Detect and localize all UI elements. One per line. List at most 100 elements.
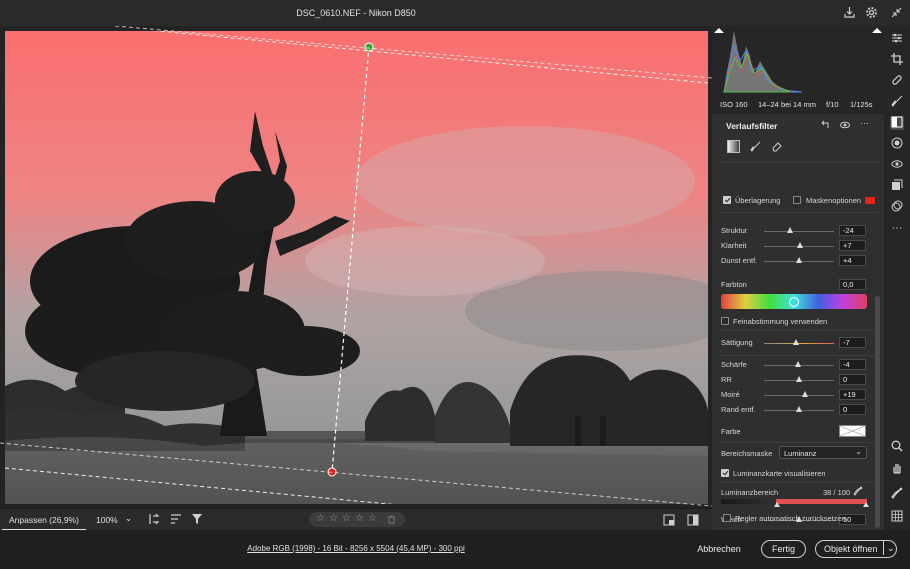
- camera-shutter: 1/125s: [850, 100, 873, 109]
- eyedropper-icon[interactable]: [890, 487, 904, 501]
- presets-icon[interactable]: [890, 200, 904, 214]
- luminance-range-bar[interactable]: [721, 499, 869, 507]
- panel-title: Verlaufsfilter: [726, 121, 778, 131]
- range-mask-select[interactable]: Luminanz ⌄: [779, 446, 867, 459]
- split-view-icon[interactable]: [687, 514, 699, 528]
- save-icon[interactable]: [843, 6, 856, 19]
- chevron-down-icon[interactable]: ⌄: [883, 541, 895, 555]
- color-label: Farbe: [721, 427, 741, 436]
- slider-thumb[interactable]: [795, 361, 801, 367]
- star-icon[interactable]: ☆: [329, 513, 338, 524]
- collapse-icon[interactable]: [890, 6, 903, 19]
- star-icon[interactable]: ☆: [316, 513, 325, 524]
- slider-thumb[interactable]: [796, 406, 802, 412]
- hue-value[interactable]: 0,0: [839, 279, 866, 290]
- slider-label: RR: [721, 375, 732, 384]
- histogram: [712, 26, 884, 96]
- grid-icon[interactable]: [890, 510, 904, 524]
- luminance-map-checkbox[interactable]: [721, 469, 729, 477]
- divider: [718, 355, 878, 356]
- slider-value[interactable]: +19: [839, 389, 866, 400]
- brush-icon[interactable]: [750, 141, 761, 154]
- healing-icon[interactable]: [890, 74, 904, 88]
- image-canvas[interactable]: [0, 26, 712, 510]
- slider-value[interactable]: 0: [839, 374, 866, 385]
- eraser-icon[interactable]: [771, 141, 782, 154]
- color-swatch[interactable]: [839, 425, 866, 437]
- title-bar: DSC_0610.NEF - Nikon D850: [0, 0, 910, 26]
- range-handle-left[interactable]: [774, 502, 780, 507]
- window-title: DSC_0610.NEF - Nikon D850: [296, 8, 416, 18]
- divider: [718, 212, 878, 213]
- star-icon[interactable]: ☆: [342, 513, 351, 524]
- visibility-icon[interactable]: [840, 120, 850, 132]
- sliders-icon[interactable]: [890, 32, 904, 46]
- range-handle-right[interactable]: [863, 502, 869, 507]
- radial-filter-icon[interactable]: [890, 137, 904, 151]
- chevron-down-icon[interactable]: ⌄: [125, 513, 132, 524]
- slider-value[interactable]: +7: [839, 240, 866, 251]
- slider-thumb[interactable]: [797, 242, 803, 248]
- brush-icon[interactable]: [890, 95, 904, 109]
- slider-value[interactable]: -7: [839, 337, 866, 348]
- reset-icon[interactable]: [820, 120, 830, 132]
- hand-icon[interactable]: [890, 462, 904, 476]
- slider-track[interactable]: [764, 395, 834, 396]
- auto-reset-checkbox[interactable]: [723, 514, 731, 522]
- divider: [718, 330, 878, 331]
- overlay-checkbox[interactable]: [723, 196, 731, 204]
- before-after-icon[interactable]: [663, 514, 675, 528]
- graduated-filter-icon[interactable]: [890, 116, 904, 130]
- cancel-button[interactable]: Abbrechen: [692, 541, 746, 559]
- slider-thumb[interactable]: [787, 227, 793, 233]
- compare-icon[interactable]: [148, 513, 160, 527]
- sort-icon[interactable]: [170, 513, 182, 527]
- tool-rail: ···: [884, 26, 910, 530]
- luminance-range-value: 38 / 100: [823, 488, 851, 497]
- slider-value[interactable]: +4: [839, 255, 866, 266]
- camera-lens: 14–24 bei 14 mm: [758, 100, 816, 109]
- slider-label: Sättigung: [721, 338, 753, 347]
- mask-options-checkbox[interactable]: [793, 196, 801, 204]
- panel-scrollbar[interactable]: [875, 296, 880, 528]
- crop-icon[interactable]: [890, 53, 904, 67]
- rating-stars[interactable]: ☆ ☆ ☆ ☆ ☆: [309, 512, 405, 527]
- luminance-map-label: Luminanzkarte visualisieren: [733, 469, 826, 478]
- zoom-select[interactable]: 100%: [96, 515, 118, 525]
- overlay-label: Überlagerung: [735, 196, 781, 205]
- view-mode-label[interactable]: Anpassen (26,9%): [9, 515, 79, 525]
- more-icon[interactable]: ···: [860, 118, 869, 128]
- gear-icon[interactable]: [865, 6, 878, 19]
- filter-icon[interactable]: [191, 513, 203, 527]
- star-icon[interactable]: ☆: [368, 513, 377, 524]
- slider-value[interactable]: 0: [839, 404, 866, 415]
- slider-label: Moiré: [721, 390, 740, 399]
- zoom-icon[interactable]: [890, 440, 904, 454]
- range-mask-label: Bereichsmaske: [721, 449, 773, 458]
- slider-track[interactable]: [764, 231, 834, 232]
- slider-thumb[interactable]: [802, 391, 808, 397]
- trash-icon[interactable]: [387, 515, 396, 526]
- slider-value[interactable]: -4: [839, 359, 866, 370]
- more-icon[interactable]: ···: [890, 221, 904, 235]
- mask-color-swatch[interactable]: [865, 197, 875, 204]
- hue-color-bar[interactable]: [721, 294, 867, 309]
- slider-thumb[interactable]: [796, 376, 802, 382]
- eyedropper-icon[interactable]: [853, 486, 863, 498]
- star-icon[interactable]: ☆: [355, 513, 364, 524]
- fine-tune-checkbox[interactable]: [721, 317, 729, 325]
- fine-tune-label: Feinabstimmung verwenden: [733, 317, 828, 326]
- snapshots-icon[interactable]: [890, 179, 904, 193]
- slider-thumb[interactable]: [796, 257, 802, 263]
- red-eye-icon[interactable]: [890, 158, 904, 172]
- open-object-label: Objekt öffnen: [824, 544, 878, 554]
- slider-value[interactable]: -24: [839, 225, 866, 236]
- done-button[interactable]: Fertig: [761, 540, 806, 558]
- open-object-button[interactable]: Objekt öffnen ⌄: [815, 540, 897, 558]
- divider: [718, 162, 878, 163]
- slider-track[interactable]: [764, 343, 834, 344]
- file-info-link[interactable]: Adobe RGB (1998) - 16 Bit - 8256 x 5504 …: [0, 544, 712, 553]
- gradient-mode-icon[interactable]: [727, 140, 740, 153]
- slider-thumb[interactable]: [793, 339, 799, 345]
- hue-picker-handle[interactable]: [789, 297, 799, 307]
